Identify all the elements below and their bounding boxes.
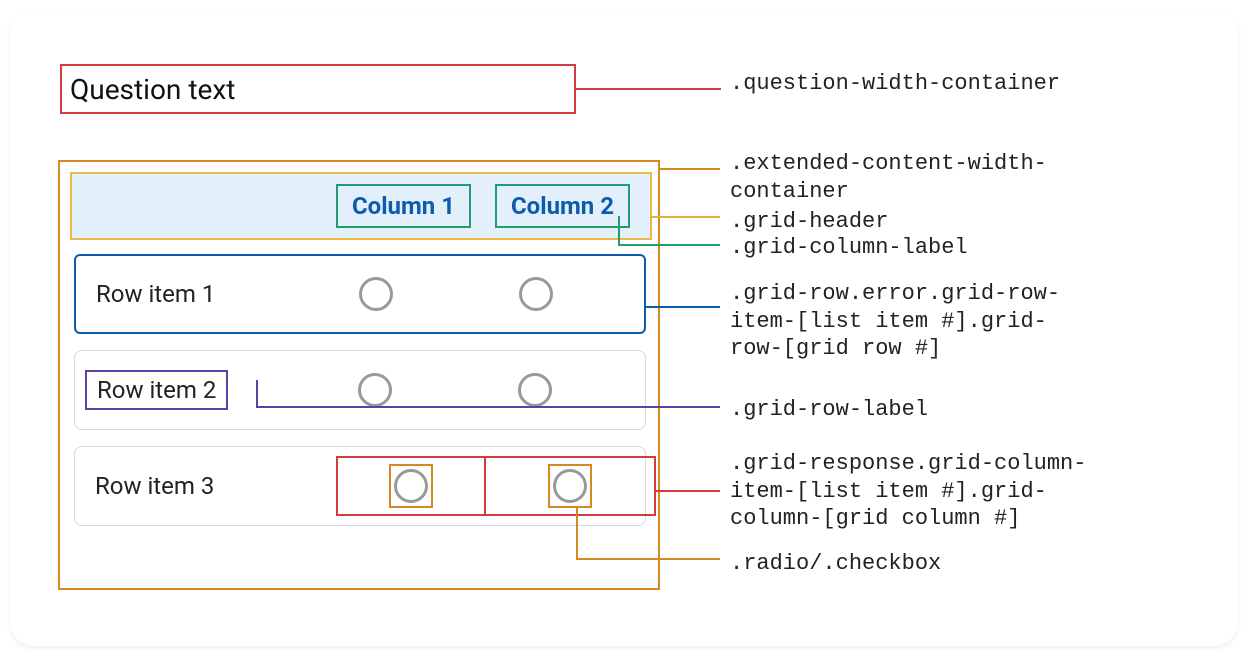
grid-response-highlight [336, 456, 656, 516]
anno-question-container: .question-width-container [730, 70, 1060, 98]
anno-grid-response: .grid-response.grid-column- item-[list i… [730, 450, 1086, 533]
grid-row-1[interactable]: Row item 1 [74, 254, 646, 334]
grid-response-r1c1[interactable] [296, 256, 456, 332]
question-text: Question text [70, 73, 235, 106]
grid-response-r2c2[interactable] [455, 351, 615, 429]
anno-grid-row-label: .grid-row-label [730, 396, 928, 424]
grid-response-r1c2[interactable] [456, 256, 616, 332]
radio-checkbox-box-1 [389, 464, 433, 508]
diagram-card: Question text Column 1 Column 2 Row item… [10, 10, 1238, 646]
anno-grid-header: .grid-header [730, 208, 888, 236]
radio-icon[interactable] [358, 373, 392, 407]
grid-response-box-2 [486, 456, 656, 516]
radio-icon[interactable] [394, 469, 428, 503]
anno-radio-checkbox: .radio/.checkbox [730, 550, 941, 578]
anno-extended-container: .extended-content-width- container [730, 150, 1047, 205]
grid-column-label-2: Column 2 [495, 184, 630, 228]
radio-icon[interactable] [518, 373, 552, 407]
radio-icon[interactable] [553, 469, 587, 503]
radio-icon[interactable] [359, 277, 393, 311]
grid-header: Column 1 Column 2 [70, 172, 652, 240]
radio-icon[interactable] [519, 277, 553, 311]
radio-checkbox-box-2 [548, 464, 592, 508]
grid-row-label-2: Row item 2 [75, 376, 295, 404]
grid-response-box-1 [336, 456, 486, 516]
anno-grid-column-label: .grid-column-label [730, 234, 968, 262]
grid-row-label-1: Row item 1 [76, 280, 296, 308]
extended-content-width-container: Column 1 Column 2 Row item 1 Row item 2 … [58, 160, 660, 590]
grid-response-r2c1[interactable] [295, 351, 455, 429]
grid-row-label-3: Row item 3 [75, 472, 295, 500]
anno-grid-row-error: .grid-row.error.grid-row- item-[list ite… [730, 280, 1060, 363]
grid-row-2[interactable]: Row item 2 [74, 350, 646, 430]
grid-column-label-1: Column 1 [336, 184, 471, 228]
question-width-container: Question text [60, 64, 576, 114]
